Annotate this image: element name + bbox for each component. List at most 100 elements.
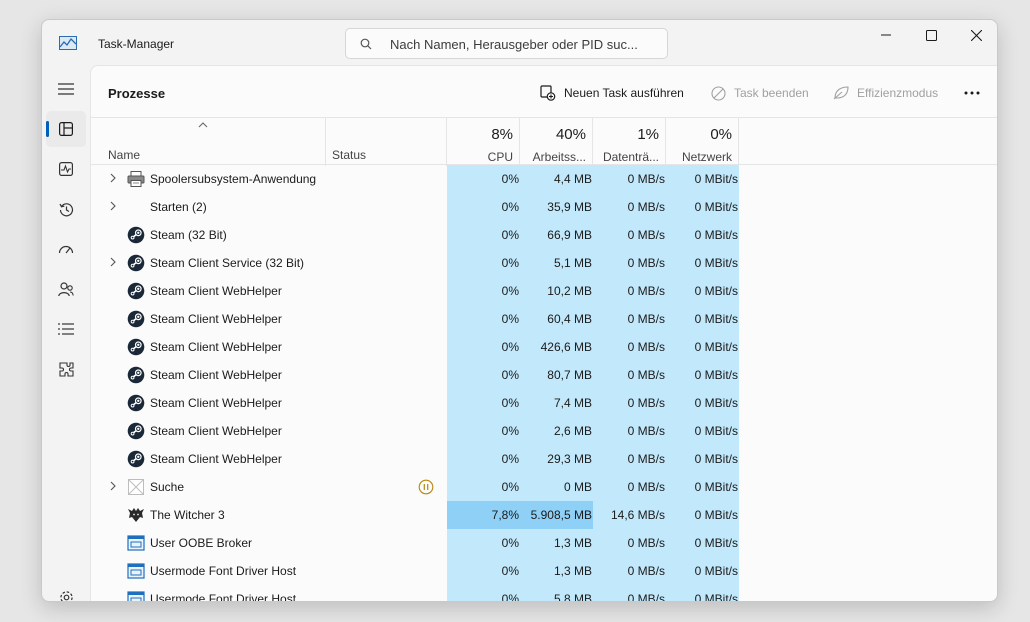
more-options-button[interactable] <box>957 82 987 104</box>
witcher-icon <box>127 506 145 524</box>
process-disk-value: 0 MB/s <box>627 340 665 354</box>
close-icon <box>970 29 982 41</box>
process-row[interactable]: Steam Client WebHelper 0% 7,4 MB 0 MB/s 0 MB… <box>91 389 997 417</box>
process-name: Spoolersubsystem-Anwendung <box>150 172 317 186</box>
column-header-memory[interactable]: 40% Arbeitss... <box>522 126 586 164</box>
process-network-value: 0 MBit/s <box>694 536 738 550</box>
process-row[interactable]: Steam Client WebHelper 0% 80,7 MB 0 MB/s 0 M… <box>91 361 997 389</box>
efficiency-mode-button[interactable]: Effizienzmodus <box>833 82 938 104</box>
process-row[interactable]: Steam Client Service (32 Bit) 0% 5,1 MB 0 M… <box>91 249 997 277</box>
window-app-icon <box>127 562 145 580</box>
chevron-right-icon[interactable] <box>108 257 118 267</box>
nav-app-history[interactable] <box>46 191 86 227</box>
process-name: Steam Client WebHelper <box>150 312 282 326</box>
process-cpu-value: 0% <box>501 228 519 242</box>
process-memory-value: 29,3 MB <box>547 452 592 466</box>
history-icon <box>58 202 73 216</box>
process-network-value: 0 MBit/s <box>694 284 738 298</box>
window-app-icon <box>127 590 145 601</box>
new-task-icon <box>540 85 556 101</box>
nav-users[interactable] <box>46 271 86 307</box>
cpu-total-percent: 8% <box>491 126 513 143</box>
process-cpu-value: 0% <box>501 592 519 602</box>
process-network-value: 0 MBit/s <box>694 256 738 270</box>
process-row[interactable]: Steam Client WebHelper 0% 29,3 MB 0 MB/s 0 M… <box>91 445 997 473</box>
search-app-icon <box>127 478 145 496</box>
run-new-task-button[interactable]: Neuen Task ausführen <box>540 82 684 104</box>
task-manager-app-icon <box>59 36 77 50</box>
nav-services[interactable] <box>46 351 86 387</box>
process-disk-value: 14,6 MB/s <box>610 508 665 522</box>
column-header-network[interactable]: 0% Netzwerk <box>668 126 732 164</box>
process-row[interactable]: Usermode Font Driver Host 0% 5,8 MB 0 MB/s 0… <box>91 585 997 602</box>
process-disk-value: 0 MB/s <box>627 480 665 494</box>
nav-processes[interactable] <box>46 111 86 147</box>
steam-icon <box>127 450 145 468</box>
run-new-task-label: Neuen Task ausführen <box>564 86 684 100</box>
processes-page: Prozesse Neuen Task ausführen Task beend… <box>90 65 997 602</box>
process-row[interactable]: The Witcher 3 7,8% 5.908,5 MB 14,6 MB/s 0 MB… <box>91 501 997 529</box>
column-header-disk[interactable]: 1% Datenträ... <box>595 126 659 164</box>
process-row[interactable]: Starten (2) 0% 35,9 MB 0 MB/s 0 MBit/s <box>91 193 997 221</box>
column-separator <box>738 118 739 166</box>
memory-total-percent: 40% <box>555 126 586 143</box>
menu-toggle-button[interactable] <box>46 71 86 107</box>
steam-icon <box>127 282 145 300</box>
process-cpu-value: 0% <box>501 452 519 466</box>
process-name: Usermode Font Driver Host <box>150 564 297 578</box>
process-network-value: 0 MBit/s <box>694 508 738 522</box>
nav-details[interactable] <box>46 311 86 347</box>
window-app-icon <box>127 534 145 552</box>
process-network-value: 0 MBit/s <box>694 424 738 438</box>
process-disk-value: 0 MB/s <box>627 200 665 214</box>
maximize-icon <box>925 29 937 41</box>
chevron-right-icon[interactable] <box>108 201 118 211</box>
end-task-button[interactable]: Task beenden <box>711 82 809 104</box>
nav-settings[interactable] <box>46 579 86 601</box>
minimize-icon <box>881 34 891 36</box>
page-title: Prozesse <box>108 86 166 101</box>
process-name: Steam Client Service (32 Bit) <box>150 256 305 270</box>
process-row[interactable]: Steam Client WebHelper 0% 60,4 MB 0 MB/s 0 M… <box>91 305 997 333</box>
process-network-value: 0 MBit/s <box>694 172 738 186</box>
process-row[interactable]: Steam Client WebHelper 0% 2,6 MB 0 MB/s 0 MB… <box>91 417 997 445</box>
process-row[interactable]: Steam (32 Bit) 0% 66,9 MB 0 MB/s 0 MBit/s <box>91 221 997 249</box>
process-cpu-value: 0% <box>501 172 519 186</box>
process-memory-value: 0 MB <box>563 480 592 494</box>
process-disk-value: 0 MB/s <box>627 452 665 466</box>
column-header-status[interactable]: Status <box>332 148 366 162</box>
nav-performance[interactable] <box>46 151 86 187</box>
process-name: Steam Client WebHelper <box>150 368 282 382</box>
more-dots-icon <box>964 91 980 95</box>
process-row[interactable]: Steam Client WebHelper 0% 426,6 MB 0 MB/s 0 … <box>91 333 997 361</box>
process-row[interactable]: Suche 0% 0 MB 0 MB/s 0 MBit/s <box>91 473 997 501</box>
search-input[interactable] <box>390 36 660 52</box>
chevron-right-icon[interactable] <box>108 481 118 491</box>
process-row[interactable]: Usermode Font Driver Host 0% 1,3 MB 0 MB/s 0… <box>91 557 997 585</box>
hamburger-menu-icon <box>58 83 74 95</box>
column-header-cpu[interactable]: 8% CPU <box>449 126 513 164</box>
column-separator <box>519 118 520 166</box>
close-button[interactable] <box>953 20 997 50</box>
process-cpu-value: 0% <box>501 200 519 214</box>
process-name: Starten (2) <box>150 200 207 214</box>
chevron-right-icon[interactable] <box>108 173 118 183</box>
services-puzzle-icon <box>58 361 74 377</box>
gear-icon <box>59 590 73 601</box>
process-row[interactable]: Steam Client WebHelper 0% 10,2 MB 0 MB/s 0 M… <box>91 277 997 305</box>
disk-total-percent: 1% <box>637 126 659 143</box>
process-cpu-value: 0% <box>501 340 519 354</box>
process-row[interactable]: Spoolersubsystem-Anwendung 0% 4,4 MB 0 MB/s… <box>91 165 997 193</box>
process-row[interactable]: User OOBE Broker 0% 1,3 MB 0 MB/s 0 MBit/s <box>91 529 997 557</box>
search-box[interactable] <box>345 28 668 59</box>
process-network-value: 0 MBit/s <box>694 200 738 214</box>
nav-startup-apps[interactable] <box>46 231 86 267</box>
process-cpu-value: 0% <box>501 564 519 578</box>
column-header-name[interactable]: Name <box>108 148 140 162</box>
process-network-value: 0 MBit/s <box>694 340 738 354</box>
process-name: Usermode Font Driver Host <box>150 592 297 602</box>
window-title: Task-Manager <box>98 37 175 51</box>
maximize-button[interactable] <box>908 20 954 50</box>
process-memory-value: 2,6 MB <box>553 424 592 438</box>
minimize-button[interactable] <box>863 20 909 50</box>
